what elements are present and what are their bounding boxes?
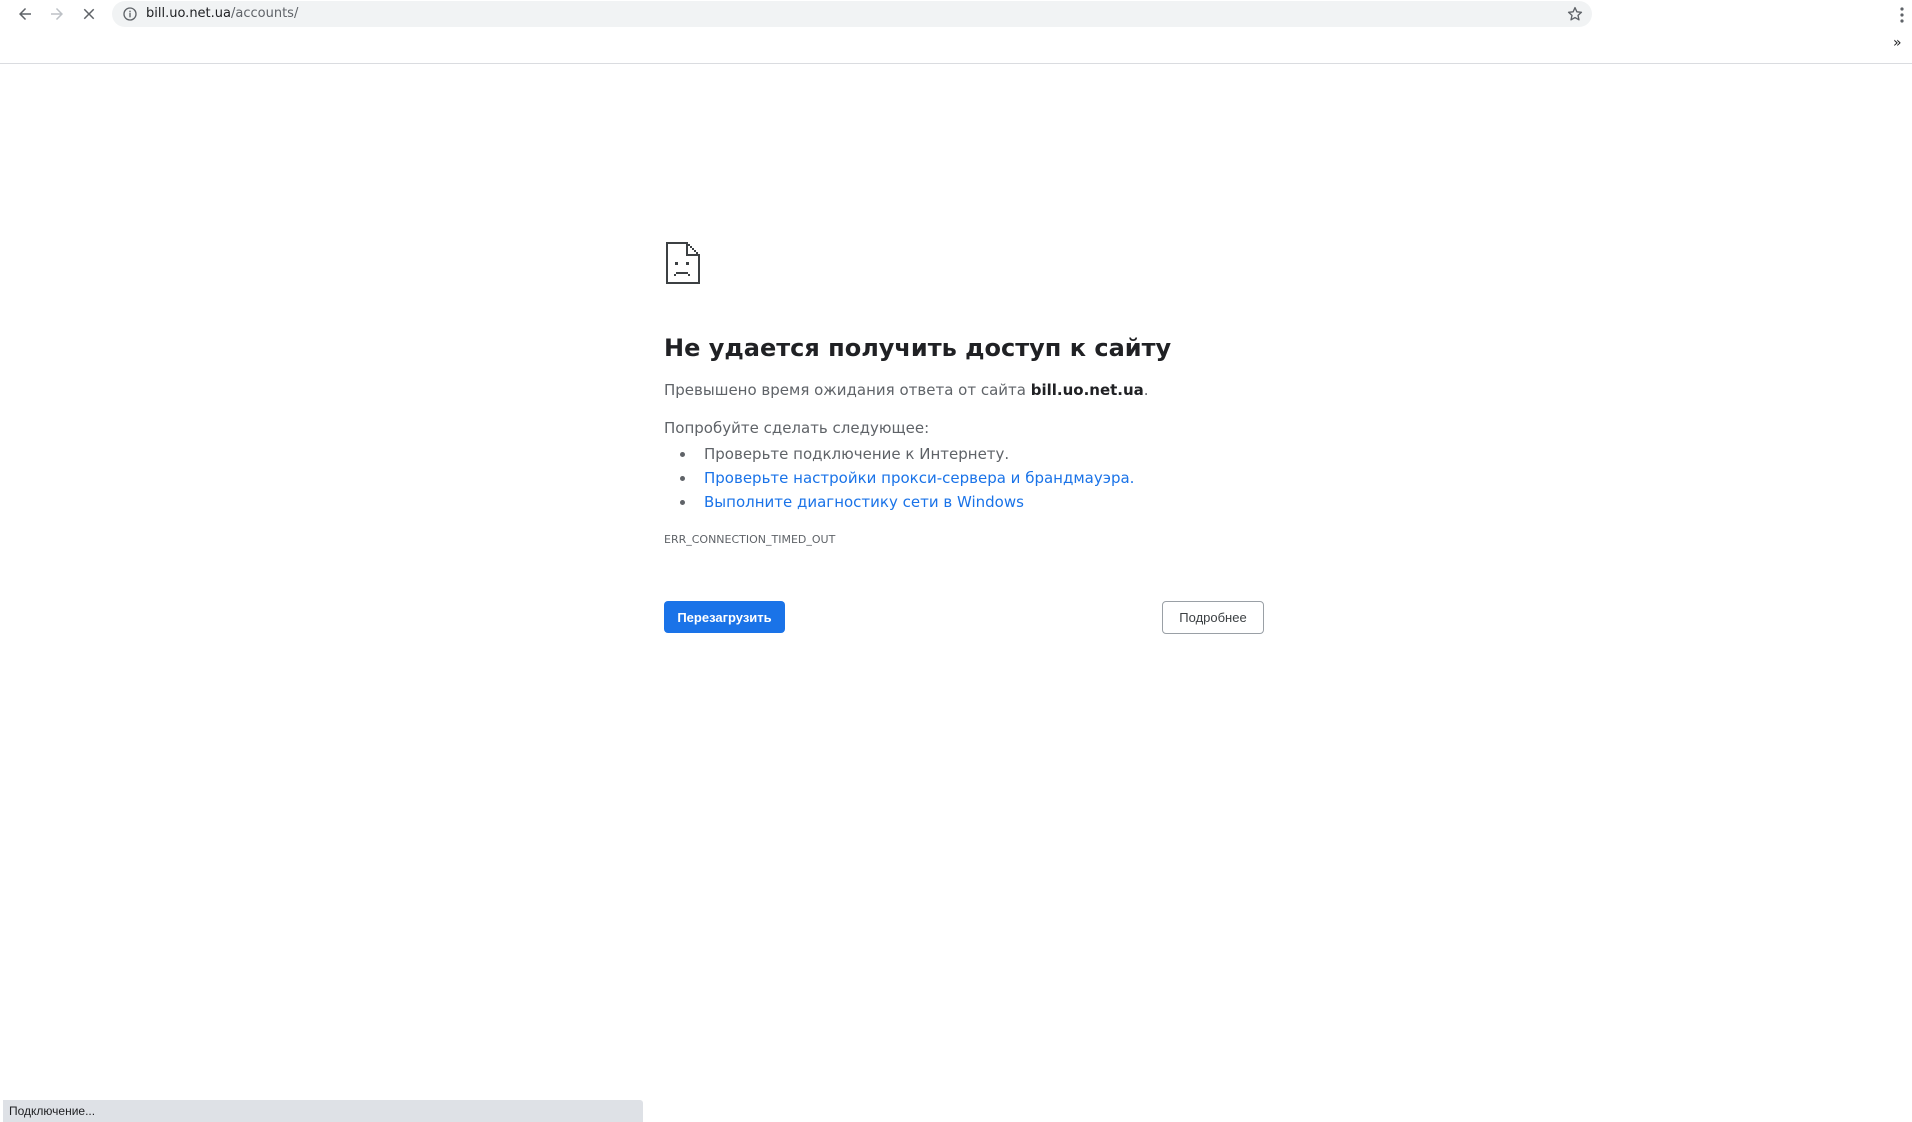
suggestions-list: Проверьте подключение к Интернету. Прове…: [664, 442, 1134, 514]
url-path: /accounts/: [231, 6, 299, 21]
error-title: Не удается получить доступ к сайту: [664, 334, 1172, 362]
sad-page-icon: [666, 242, 700, 284]
status-text: Подключение...: [9, 1104, 96, 1118]
suggestions-heading: Попробуйте сделать следующее:: [664, 419, 930, 437]
url-host: bill.uo.net.ua: [146, 6, 231, 21]
back-arrow-icon[interactable]: [13, 2, 37, 26]
status-bar: Подключение...: [3, 1100, 643, 1122]
browser-toolbar: bill.uo.net.ua/accounts/ »: [0, 0, 1912, 64]
summary-host: bill.uo.net.ua: [1030, 381, 1144, 399]
suggestion-network-diagnostics-link[interactable]: Выполните диагностику сети в Windows: [679, 490, 1134, 514]
stop-loading-icon[interactable]: [77, 2, 101, 26]
error-code: ERR_CONNECTION_TIMED_OUT: [664, 533, 836, 546]
summary-prefix: Превышено время ожидания ответа от сайта: [664, 381, 1031, 399]
info-icon[interactable]: [122, 6, 138, 22]
reload-button[interactable]: Перезагрузить: [664, 601, 785, 633]
star-icon[interactable]: [1566, 5, 1584, 23]
suggestion-proxy-firewall-link[interactable]: Проверьте настройки прокси-сервера и бра…: [679, 466, 1134, 490]
forward-arrow-icon[interactable]: [45, 2, 69, 26]
url-text[interactable]: bill.uo.net.ua/accounts/: [146, 6, 298, 22]
suggestion-check-connection: Проверьте подключение к Интернету.: [679, 442, 1134, 466]
details-button[interactable]: Подробнее: [1162, 601, 1264, 634]
error-summary: Превышено время ожидания ответа от сайта…: [664, 380, 1149, 400]
address-bar[interactable]: bill.uo.net.ua/accounts/: [112, 1, 1592, 27]
bookmarks-overflow-chevron[interactable]: »: [1893, 36, 1902, 50]
more-vert-icon[interactable]: [1896, 5, 1908, 25]
summary-suffix: .: [1143, 381, 1149, 399]
